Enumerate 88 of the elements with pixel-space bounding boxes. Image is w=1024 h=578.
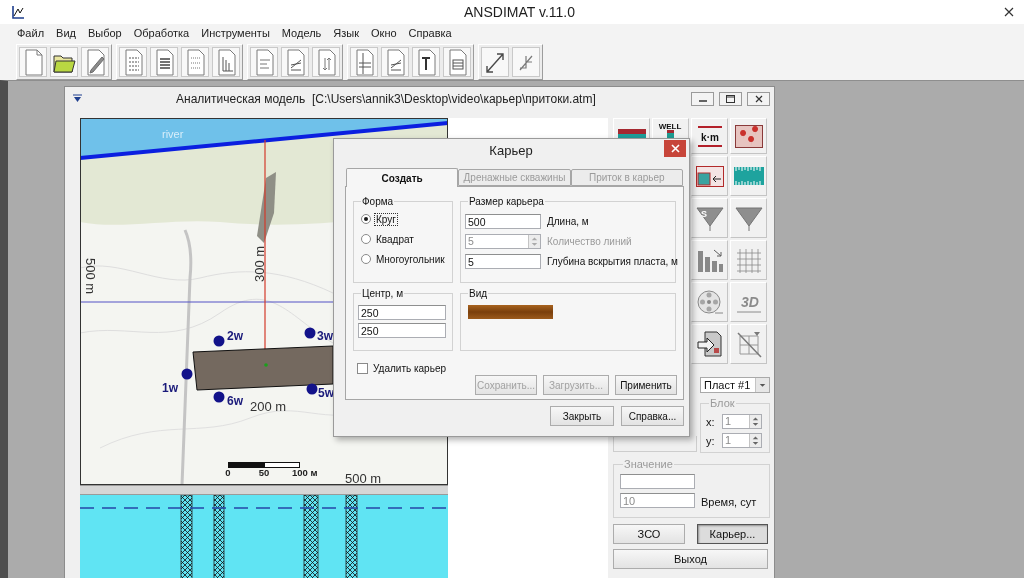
field-label: Количество линий — [547, 236, 632, 247]
well-label: 3w — [317, 329, 333, 343]
group-title: Вид — [468, 287, 489, 300]
panel-button[interactable]: Карьер... — [697, 524, 768, 544]
field-label: Время, сут — [701, 496, 757, 508]
option-label[interactable]: Многоугольник — [375, 253, 446, 265]
checkbox-label[interactable]: Удалить карьер — [373, 362, 446, 374]
river-label: river — [162, 128, 184, 140]
window-menu-icon — [72, 94, 83, 103]
text-field[interactable]: 5 — [465, 254, 541, 269]
field-label: x: — [706, 415, 716, 428]
well-marker — [213, 335, 225, 347]
window-title: ANSDIMAT v.11.0 — [463, 4, 576, 20]
radio-button[interactable] — [361, 214, 371, 224]
spin-arrows-icon — [749, 434, 761, 447]
close-icon — [754, 94, 763, 103]
slope-shading — [257, 172, 276, 243]
well-marker — [306, 383, 318, 395]
group-title: Значение — [623, 458, 674, 471]
close-icon — [670, 144, 680, 153]
radio-button[interactable] — [361, 234, 371, 244]
maximize-button[interactable] — [719, 91, 742, 106]
scale-label: 0 — [225, 467, 231, 478]
action-button[interactable]: Применить — [615, 375, 677, 395]
spin-arrows-icon — [749, 415, 761, 428]
distance-label: 200 m — [250, 399, 287, 414]
menu-item[interactable]: Вид — [50, 27, 82, 39]
splitter-bar[interactable] — [80, 485, 448, 495]
tool-button[interactable] — [730, 118, 767, 154]
scale-label: 100 м — [292, 467, 318, 478]
toolbar-button[interactable] — [481, 47, 509, 77]
menu-item[interactable]: Окно — [365, 27, 403, 39]
well-label: 1w — [162, 381, 178, 395]
dialog-title: Карьер — [488, 142, 534, 160]
scale-label: 50 — [258, 467, 270, 478]
well-label: 2w — [227, 329, 243, 343]
app-icon — [11, 4, 25, 20]
maximize-icon — [726, 94, 735, 103]
distance-label: 300 m — [252, 245, 267, 283]
group-title: Форма — [361, 195, 395, 208]
field-label: Глубина вскрытия пласта, м — [547, 256, 678, 267]
window-title: Аналитическая модель [C:\Users\annik3\Desktop\video\карьер\притоки.atm] — [176, 91, 596, 106]
menu-item[interactable]: Обработка — [127, 27, 196, 39]
menu-item[interactable]: Выбор — [81, 27, 128, 39]
toolbar-button[interactable] — [412, 47, 440, 77]
tool-button[interactable] — [691, 324, 728, 364]
reel-icon — [694, 287, 725, 317]
checkbox[interactable] — [357, 362, 368, 374]
group-title: Центр, м — [361, 287, 405, 300]
text-field[interactable]: 500 — [465, 214, 541, 229]
well-marker — [304, 327, 316, 339]
menu-item[interactable]: Справка — [402, 27, 458, 39]
layer-dropdown[interactable]: Пласт #1 — [700, 377, 770, 393]
menu-item[interactable]: Модель — [275, 27, 328, 39]
spin-arrows-icon — [528, 235, 540, 248]
radio-button[interactable] — [361, 254, 371, 264]
input-field[interactable] — [620, 474, 695, 489]
well-marker — [213, 391, 225, 403]
option-label[interactable]: Круг — [375, 213, 397, 225]
dialog-button[interactable]: Справка... — [621, 406, 684, 426]
minimize-button[interactable] — [691, 91, 714, 106]
exit-button[interactable]: Выход — [613, 549, 768, 569]
close-button[interactable] — [747, 91, 770, 106]
color-swatch-icon — [468, 305, 553, 319]
field-label: Длина, м — [547, 216, 589, 227]
close-icon — [1004, 7, 1014, 17]
menu-item[interactable]: Инструменты — [195, 27, 276, 39]
group-title: Блок — [709, 397, 736, 410]
group-title: Размер карьера — [468, 195, 545, 208]
tab[interactable]: Создать — [346, 168, 459, 187]
menu-item[interactable]: Язык — [327, 27, 365, 39]
option-label[interactable]: Квадрат — [375, 233, 415, 245]
scale-bar — [228, 462, 300, 468]
document-arrow-icon — [694, 329, 725, 359]
well-label: 5w — [318, 386, 334, 400]
distance-label: 500 m — [345, 471, 382, 485]
well-marker — [181, 368, 193, 380]
menu-item[interactable]: Файл — [11, 27, 51, 39]
panel-button[interactable]: ЗСО — [613, 524, 685, 544]
distance-label: 500 m — [83, 257, 98, 295]
text-field[interactable]: 250 — [358, 305, 446, 320]
text-field[interactable]: 250 — [358, 323, 446, 338]
tool-button[interactable] — [691, 156, 728, 196]
toolbar-button[interactable] — [50, 47, 78, 77]
field-label: y: — [706, 434, 716, 447]
dialog-button[interactable]: Закрыть — [550, 406, 614, 426]
well-label: 6w — [227, 394, 243, 408]
center-point-icon — [264, 363, 268, 367]
